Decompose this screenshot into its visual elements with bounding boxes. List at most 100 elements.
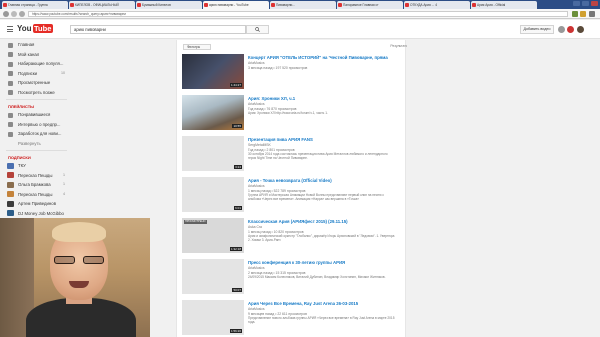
youtube-logo[interactable]: You Tube	[17, 24, 53, 33]
video-channel[interactable]: AriaMusics	[248, 266, 265, 270]
sidebar-item[interactable]: Просмотренные	[0, 78, 73, 88]
video-channel[interactable]: AriaMusics	[248, 61, 265, 65]
video-duration: 1:44:27	[229, 83, 242, 87]
channel-avatar	[7, 162, 14, 169]
tab-favicon-icon	[204, 3, 208, 7]
sidebar-item-label: Артем Привединов	[18, 201, 56, 206]
video-result[interactable]: 1:56:20 Ария Через Все Времена, Ray Just …	[182, 300, 394, 337]
video-meta: 1 месяц назад • 522 789 просмотров	[248, 188, 306, 193]
video-title[interactable]: Пресс конференция к 30-летию группы АРИЯ	[248, 260, 388, 265]
sidebar-item[interactable]: Интервью о предпр...	[0, 120, 73, 130]
browser-tab[interactable]: Бумажный Кипелов	[136, 1, 202, 9]
sidebar-item[interactable]: ТКУ	[0, 161, 73, 171]
sidebar-item[interactable]: Главная	[0, 40, 73, 50]
sidebar-item[interactable]: Набирающие популя...	[0, 59, 73, 69]
sidebar-item[interactable]: Подписки 10	[0, 69, 73, 79]
account-avatar[interactable]	[577, 26, 584, 33]
webcam-overlay	[0, 218, 150, 337]
video-title[interactable]: Презентация пива АРИЯ FANS	[248, 137, 388, 142]
notifications-icon[interactable]	[567, 26, 574, 33]
user-icon	[8, 52, 13, 57]
browser-tab[interactable]: Панорамное Главная ст	[337, 1, 403, 9]
video-result[interactable]: ПРОСМОТРЕНО 1:32:18 Классическая Ария (АРИ…	[182, 218, 394, 255]
browser-tab[interactable]: Ария Ария - Official	[471, 1, 537, 9]
bookmark-star-icon[interactable]	[580, 11, 586, 17]
video-thumbnail[interactable]: 6:01	[182, 177, 244, 212]
search-input[interactable]: арию пивоварни	[70, 25, 246, 34]
sidebar-item-label: Интервью о предпр...	[18, 121, 61, 127]
url-input[interactable]: https://www.youtube.com/results?search_q…	[28, 11, 568, 17]
sidebar-item[interactable]: Посмотреть позже	[0, 88, 73, 98]
video-channel[interactable]: Aska Cra	[248, 225, 262, 229]
video-thumbnail[interactable]: 3:24	[182, 136, 244, 171]
upload-icon[interactable]	[558, 26, 565, 33]
video-title[interactable]: Ария Через Все Времена, Ray Just Arena 2…	[248, 301, 388, 306]
video-channel[interactable]: AriaMusics	[248, 102, 265, 106]
sidebar-item-label: Просмотренные	[18, 80, 51, 85]
video-description	[248, 70, 396, 78]
back-icon[interactable]	[3, 11, 9, 17]
video-thumbnail[interactable]: 10:55	[182, 95, 244, 130]
sidebar-item[interactable]: Мой канал	[0, 50, 73, 60]
sidebar-item[interactable]: Пересказ Пешды 1	[0, 171, 73, 181]
tab-favicon-icon	[271, 3, 275, 7]
browser-tab[interactable]: арию пивоварни - YouTube	[203, 1, 269, 9]
video-result[interactable]: 50:07 Пресс конференция к 30-летию группы…	[182, 259, 385, 296]
browser-tab[interactable]: Пивоварни...	[270, 1, 336, 9]
extension-icon[interactable]	[572, 11, 578, 17]
video-result[interactable]: 10:55 Ария: Хроники ХЛ, ч.1 AriaMusics Год …	[182, 95, 382, 132]
browser-tab[interactable]: Главная страница - Группа	[2, 1, 68, 9]
video-result[interactable]: 6:01 Ария - Точка невозврата (Official Vi…	[182, 177, 384, 214]
sidebar-item-label: DJ Money Job McGibbo	[18, 210, 64, 216]
tab-favicon-icon	[472, 3, 476, 7]
menu-icon[interactable]	[589, 11, 595, 17]
sidebar-item-count: 10	[61, 70, 65, 75]
maximize-button[interactable]	[582, 1, 589, 6]
filters-button[interactable]: Фильтры	[183, 44, 211, 50]
video-duration: 1:32:18	[229, 247, 242, 251]
browser-tab[interactable]: КИПЕЛОВ - ОФИЦИАЛЬНЫЙ	[69, 1, 135, 9]
browser-tab-label: Панорамное Главная ст	[343, 3, 379, 7]
sidebar-item[interactable]: DJ Money Job McGibbo	[0, 209, 73, 219]
video-thumbnail[interactable]: 50:07	[182, 259, 244, 294]
reload-icon[interactable]	[19, 11, 25, 17]
video-meta: 9 месяцев назад • 22 611 просмотров	[248, 311, 307, 316]
video-result[interactable]: 3:24 Презентация пива АРИЯ FANS SergMetalM…	[182, 136, 388, 173]
video-description: Ария и симфонический оркестр "Глобалис",…	[248, 234, 395, 242]
sidebar-item[interactable]: Пересказ Пешды 4	[0, 190, 73, 200]
video-channel[interactable]: SergMetalMSK	[248, 143, 271, 147]
video-result[interactable]: 1:44:27 Концерт АРИЯ "ОТЕЛЬ ИСТОРИЙ" на '…	[182, 54, 388, 91]
video-title[interactable]: Ария: Хроники ХЛ, ч.1	[248, 96, 388, 101]
video-thumbnail[interactable]: 1:44:27	[182, 54, 244, 89]
tab-favicon-icon	[3, 3, 7, 7]
guide-menu-icon[interactable]	[7, 26, 13, 32]
right-empty-area	[407, 40, 600, 337]
video-thumbnail[interactable]: ПРОСМОТРЕНО 1:32:18	[182, 218, 244, 253]
video-title[interactable]: Классическая Ария (АРИЯфест 2015) (29.11…	[248, 219, 388, 224]
webcam-person-glasses	[54, 256, 104, 265]
sidebar-item[interactable]: Заработок для нови...	[0, 129, 73, 139]
sidebar-item[interactable]: Ольга Брамкова 1	[0, 180, 73, 190]
browser-tab-label: Главная страница - Группа	[8, 3, 48, 7]
expand-playlists-link[interactable]: Развернуть	[0, 139, 73, 149]
channel-avatar	[7, 210, 14, 216]
add-video-button[interactable]: Добавить видео	[520, 25, 554, 34]
video-channel[interactable]: AriaMusics	[248, 307, 265, 311]
video-channel[interactable]: AriaMusics	[248, 184, 265, 188]
tab-favicon-icon	[70, 3, 74, 7]
video-meta: 3 месяца назад • 197 520 просмотров	[248, 65, 308, 70]
video-thumbnail[interactable]: 1:56:20	[182, 300, 244, 335]
browser-tab[interactable]: ОТКУДА Ария ... 4	[404, 1, 470, 9]
sidebar-item-label: Пересказ Пешды	[18, 191, 53, 197]
forward-icon[interactable]	[11, 11, 17, 17]
minimize-button[interactable]	[573, 1, 580, 6]
video-title[interactable]: Концерт АРИЯ "ОТЕЛЬ ИСТОРИЙ" на 'Честной…	[248, 55, 388, 60]
video-meta: 2 месяца назад • 15 315 просмотров	[248, 270, 306, 275]
search-button[interactable]	[246, 25, 269, 34]
sidebar-item[interactable]: Понравившиеся	[0, 110, 73, 120]
close-window-button[interactable]	[591, 1, 598, 6]
video-duration: 6:01	[234, 206, 242, 210]
video-title[interactable]: Ария - Точка невозврата (Official Video)	[248, 178, 388, 183]
video-duration: 10:55	[232, 124, 242, 128]
sidebar-item[interactable]: Артем Привединов	[0, 199, 73, 209]
